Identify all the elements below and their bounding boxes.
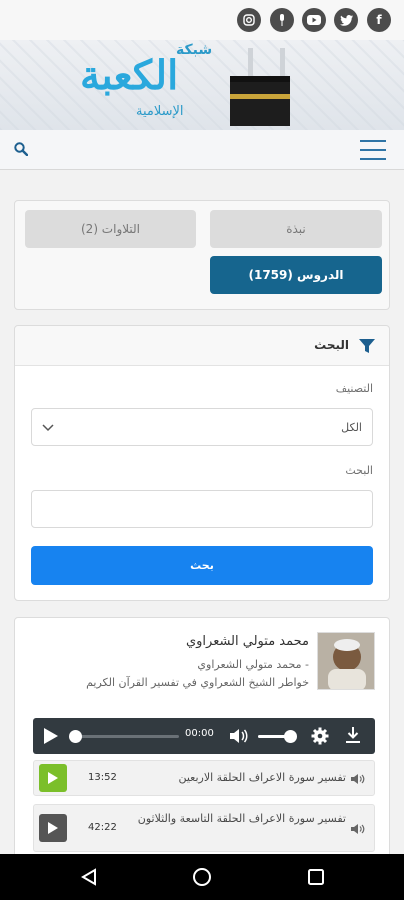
tab-recitations[interactable]: التلاوات (2) [25, 210, 196, 248]
progress-track[interactable] [69, 730, 179, 743]
series-title[interactable]: خواطر الشيخ الشعراوي في تفسير القرآن الك… [86, 676, 309, 689]
podcast-icon[interactable] [270, 8, 294, 32]
track-title[interactable]: تفسير سورة الاعراف الحلقة التاسعة والثلا… [136, 810, 346, 828]
search-title: البحث [314, 338, 349, 352]
facebook-icon[interactable]: f [367, 8, 391, 32]
tab-lessons[interactable]: الدروس (1759) [210, 256, 382, 294]
recents-icon[interactable] [307, 868, 325, 886]
search-card: البحث التصنيف الكل البحث بحث [14, 325, 390, 601]
volume-knob[interactable] [284, 730, 297, 743]
author-name[interactable]: محمد متولي الشعراوي [186, 634, 309, 649]
category-value: الكل [341, 421, 362, 434]
track-play-button[interactable] [39, 764, 67, 792]
list-item[interactable]: 42:22 تفسير سورة الاعراف الحلقة التاسعة … [33, 804, 375, 852]
logo-main-text[interactable]: الكعبة [80, 52, 179, 99]
volume-track[interactable] [258, 730, 297, 743]
track-play-button[interactable] [39, 814, 67, 842]
search-label: البحث [345, 464, 373, 477]
time-display: 00:00 [185, 728, 214, 739]
track-duration: 42:22 [88, 822, 117, 833]
author-avatar[interactable] [317, 632, 375, 690]
category-label: التصنيف [335, 382, 373, 395]
twitter-icon[interactable] [334, 8, 358, 32]
search-icon[interactable] [14, 142, 28, 156]
play-icon [48, 822, 58, 834]
tab-bio[interactable]: نبذة [210, 210, 382, 248]
author-subtitle: محمد متولي الشعراوي - [197, 658, 309, 671]
tabs-card: التلاوات (2) نبذة الدروس (1759) [14, 200, 390, 310]
play-icon[interactable] [43, 727, 59, 745]
header-banner: شبكة الكعبة الإسلامية [0, 40, 404, 130]
track-duration: 13:52 [88, 772, 117, 783]
progress-knob[interactable] [69, 730, 82, 743]
home-icon[interactable] [192, 867, 212, 887]
social-bar: f [0, 0, 404, 40]
search-header: البحث [15, 326, 389, 366]
filter-icon [359, 339, 375, 353]
search-input[interactable] [31, 490, 373, 528]
youtube-icon[interactable] [302, 8, 326, 32]
system-nav-bar [0, 854, 404, 900]
gear-icon[interactable] [311, 727, 329, 745]
category-select[interactable]: الكل [31, 408, 373, 446]
download-icon[interactable] [345, 726, 361, 744]
volume-icon[interactable] [229, 728, 249, 744]
instagram-icon[interactable] [237, 8, 261, 32]
speaker-icon [351, 824, 365, 834]
speaker-icon [351, 774, 365, 784]
logo-small-text: شبكة [176, 42, 213, 58]
play-icon [48, 772, 58, 784]
logo-sub-text: الإسلامية [136, 104, 184, 119]
navbar [0, 130, 404, 170]
lesson-card: محمد متولي الشعراوي محمد متولي الشعراوي … [14, 617, 390, 867]
search-button[interactable]: بحث [31, 546, 373, 585]
chevron-down-icon [42, 424, 54, 432]
back-icon[interactable] [80, 868, 98, 886]
kaaba-image [230, 76, 290, 126]
menu-icon[interactable] [360, 140, 386, 160]
track-title[interactable]: تفسير سورة الاعراف الحلقة الاربعين [178, 769, 346, 787]
list-item[interactable]: 13:52 تفسير سورة الاعراف الحلقة الاربعين [33, 760, 375, 796]
audio-player: 00:00 [33, 718, 375, 754]
search-body: التصنيف الكل البحث بحث [15, 366, 389, 600]
